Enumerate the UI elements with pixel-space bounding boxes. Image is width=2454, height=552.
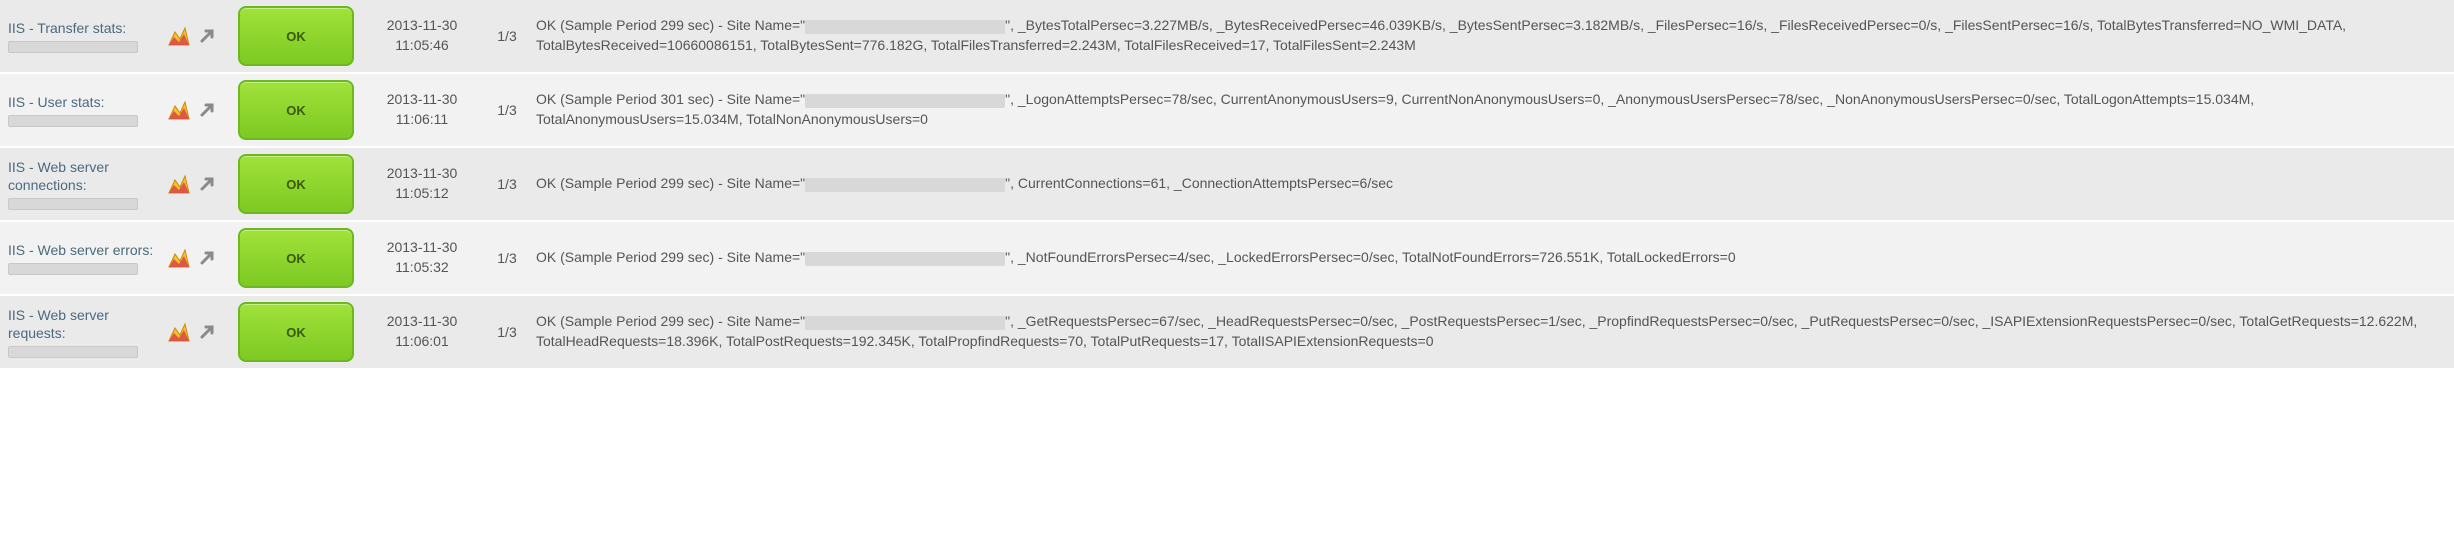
timestamp: 2013-11-30 11:06:01 [362, 312, 482, 351]
chart-icon[interactable] [168, 26, 190, 46]
monitor-name[interactable]: IIS - Transfer stats: [8, 19, 160, 37]
detail-text: OK (Sample Period 299 sec) - Site Name="… [532, 16, 2446, 55]
monitor-name[interactable]: IIS - Web server requests: [8, 306, 160, 342]
status-badge[interactable]: OK [238, 6, 354, 66]
monitor-name-cell: IIS - Transfer stats: [8, 19, 168, 53]
attempt-count: 1/3 [482, 324, 532, 340]
monitor-name-cell: IIS - Web server requests: [8, 306, 168, 358]
redacted-site-name [805, 94, 1005, 108]
table-row: IIS - Web server errors: OK 2013-11-30 1… [0, 222, 2454, 296]
status-badge[interactable]: OK [238, 80, 354, 140]
monitor-name-cell: IIS - Web server connections: [8, 158, 168, 210]
progress-bar [8, 115, 138, 127]
attempt-count: 1/3 [482, 176, 532, 192]
detail-text: OK (Sample Period 299 sec) - Site Name="… [532, 174, 2446, 194]
chart-icon[interactable] [168, 174, 190, 194]
status-badge[interactable]: OK [238, 302, 354, 362]
redacted-site-name [805, 316, 1005, 330]
monitor-name[interactable]: IIS - User stats: [8, 93, 160, 111]
open-link-icon[interactable] [198, 175, 216, 193]
status-badge[interactable]: OK [238, 154, 354, 214]
attempt-count: 1/3 [482, 102, 532, 118]
progress-bar [8, 41, 138, 53]
table-row: IIS - Transfer stats: OK 2013-11-30 11:0… [0, 0, 2454, 74]
status-badge[interactable]: OK [238, 228, 354, 288]
chart-icon[interactable] [168, 322, 190, 342]
chart-icon[interactable] [168, 248, 190, 268]
redacted-site-name [805, 252, 1005, 266]
chart-icon[interactable] [168, 100, 190, 120]
detail-text: OK (Sample Period 301 sec) - Site Name="… [532, 90, 2446, 129]
redacted-site-name [805, 20, 1005, 34]
table-row: IIS - Web server connections: OK 2013-11… [0, 148, 2454, 222]
open-link-icon[interactable] [198, 27, 216, 45]
redacted-site-name [805, 178, 1005, 192]
monitor-table: IIS - Transfer stats: OK 2013-11-30 11:0… [0, 0, 2454, 370]
monitor-name[interactable]: IIS - Web server connections: [8, 158, 160, 194]
monitor-name-cell: IIS - User stats: [8, 93, 168, 127]
detail-text: OK (Sample Period 299 sec) - Site Name="… [532, 312, 2446, 351]
progress-bar [8, 346, 138, 358]
attempt-count: 1/3 [482, 250, 532, 266]
monitor-name-cell: IIS - Web server errors: [8, 241, 168, 275]
timestamp: 2013-11-30 11:05:32 [362, 238, 482, 277]
attempt-count: 1/3 [482, 28, 532, 44]
open-link-icon[interactable] [198, 249, 216, 267]
timestamp: 2013-11-30 11:05:12 [362, 164, 482, 203]
timestamp: 2013-11-30 11:05:46 [362, 16, 482, 55]
progress-bar [8, 198, 138, 210]
open-link-icon[interactable] [198, 323, 216, 341]
timestamp: 2013-11-30 11:06:11 [362, 90, 482, 129]
table-row: IIS - Web server requests: OK 2013-11-30… [0, 296, 2454, 370]
detail-text: OK (Sample Period 299 sec) - Site Name="… [532, 248, 2446, 268]
monitor-name[interactable]: IIS - Web server errors: [8, 241, 160, 259]
progress-bar [8, 263, 138, 275]
open-link-icon[interactable] [198, 101, 216, 119]
table-row: IIS - User stats: OK 2013-11-30 11:06:11… [0, 74, 2454, 148]
